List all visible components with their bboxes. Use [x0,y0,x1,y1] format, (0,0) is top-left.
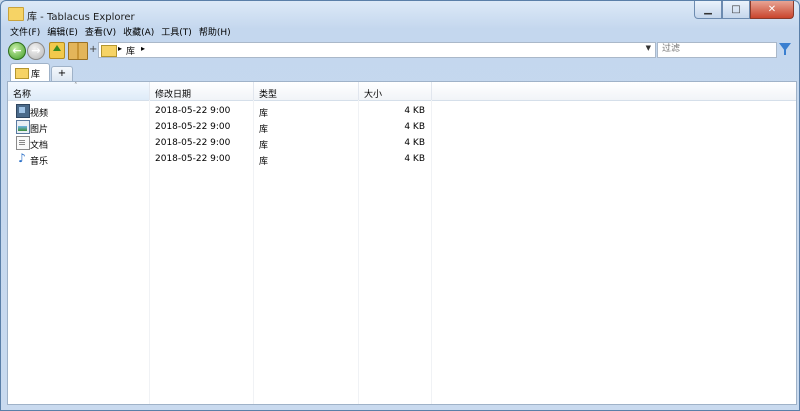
window-title: 库 - Tablacus Explorer [27,12,135,23]
menu-edit[interactable]: 编辑(E) [46,25,79,39]
file-date: 2018-05-22 9:00 [155,122,231,132]
column-date-label: 修改日期 [155,90,192,100]
file-type: 库 [259,109,269,119]
list-item[interactable]: 视频 2018-05-22 9:00 库 4 KB [8,103,438,119]
close-button[interactable]: ✕ [750,1,794,19]
file-size: 4 KB [404,154,425,164]
breadcrumb-library[interactable]: 库 [126,44,135,57]
minimize-button[interactable]: ▁ [694,1,722,19]
library-folder-icon [15,68,29,79]
pictures-library-icon [16,120,30,134]
filter-box[interactable] [657,42,777,58]
menu-favorites[interactable]: 收藏(A) [122,25,155,39]
tab-label: 库 [31,70,41,80]
file-name: 音乐 [30,157,49,167]
menu-file[interactable]: 文件(F) [9,25,41,39]
column-name[interactable]: 名称 ˆ [8,82,150,100]
file-size: 4 KB [404,138,425,148]
file-type: 库 [259,125,269,135]
back-arrow-icon: ← [12,44,22,57]
column-type[interactable]: 类型 [254,82,359,100]
tab-bar: 库 + [7,63,795,82]
file-type: 库 [259,157,269,167]
file-list[interactable]: 名称 ˆ 修改日期 类型 大小 视频 2018-05-22 9:00 库 4 K… [7,81,797,405]
toolbar: ← → + ▸ 库 ▸ ▼ [7,41,795,60]
documents-library-icon [16,136,30,150]
column-header: 名称 ˆ 修改日期 类型 大小 [8,82,796,101]
address-bar[interactable]: ▸ 库 ▸ ▼ [98,42,656,58]
menu-help[interactable]: 帮助(H) [198,25,232,39]
list-item[interactable]: 文档 2018-05-22 9:00 库 4 KB [8,135,438,151]
file-name: 图片 [30,125,49,135]
file-name: 文档 [30,141,49,151]
folder-icon [8,7,24,21]
video-library-icon [16,104,30,118]
menu-view[interactable]: 查看(V) [84,25,117,39]
filter-funnel-icon[interactable] [779,43,791,55]
folder-up-icon[interactable] [49,42,65,59]
column-name-label: 名称 [13,90,32,100]
library-folder-icon [101,45,117,57]
column-size-label: 大小 [364,90,383,100]
filter-input[interactable] [658,43,772,55]
window-controls: ▁ □ ✕ [694,1,794,19]
file-date: 2018-05-22 9:00 [155,106,231,116]
file-size: 4 KB [404,122,425,132]
add-icon[interactable]: + [89,44,97,55]
file-date: 2018-05-22 9:00 [155,154,231,164]
forward-arrow-icon: → [31,44,41,57]
file-size: 4 KB [404,106,425,116]
file-date: 2018-05-22 9:00 [155,138,231,148]
address-dropdown-icon[interactable]: ▼ [646,44,651,52]
library-books-icon[interactable] [68,42,88,60]
explorer-window: 库 - Tablacus Explorer ▁ □ ✕ 文件(F) 编辑(E) … [0,0,800,411]
file-type: 库 [259,141,269,151]
column-size[interactable]: 大小 [359,82,432,100]
breadcrumb-separator-icon[interactable]: ▸ [141,44,145,53]
sort-indicator-icon: ˆ [74,82,78,90]
tab-library[interactable]: 库 [10,63,50,82]
forward-button[interactable]: → [27,42,45,60]
list-item[interactable]: 图片 2018-05-22 9:00 库 4 KB [8,119,438,135]
column-date[interactable]: 修改日期 [150,82,254,100]
file-name: 视频 [30,109,49,119]
menu-tools[interactable]: 工具(T) [160,25,193,39]
column-type-label: 类型 [259,90,278,100]
menu-bar: 文件(F) 编辑(E) 查看(V) 收藏(A) 工具(T) 帮助(H) [9,25,232,39]
back-button[interactable]: ← [8,42,26,60]
new-tab-button[interactable]: + [51,66,73,81]
breadcrumb-separator-icon[interactable]: ▸ [118,44,122,53]
music-library-icon: ♪ [18,151,26,165]
maximize-button[interactable]: □ [722,1,750,19]
list-item[interactable]: ♪ 音乐 2018-05-22 9:00 库 4 KB [8,151,438,167]
